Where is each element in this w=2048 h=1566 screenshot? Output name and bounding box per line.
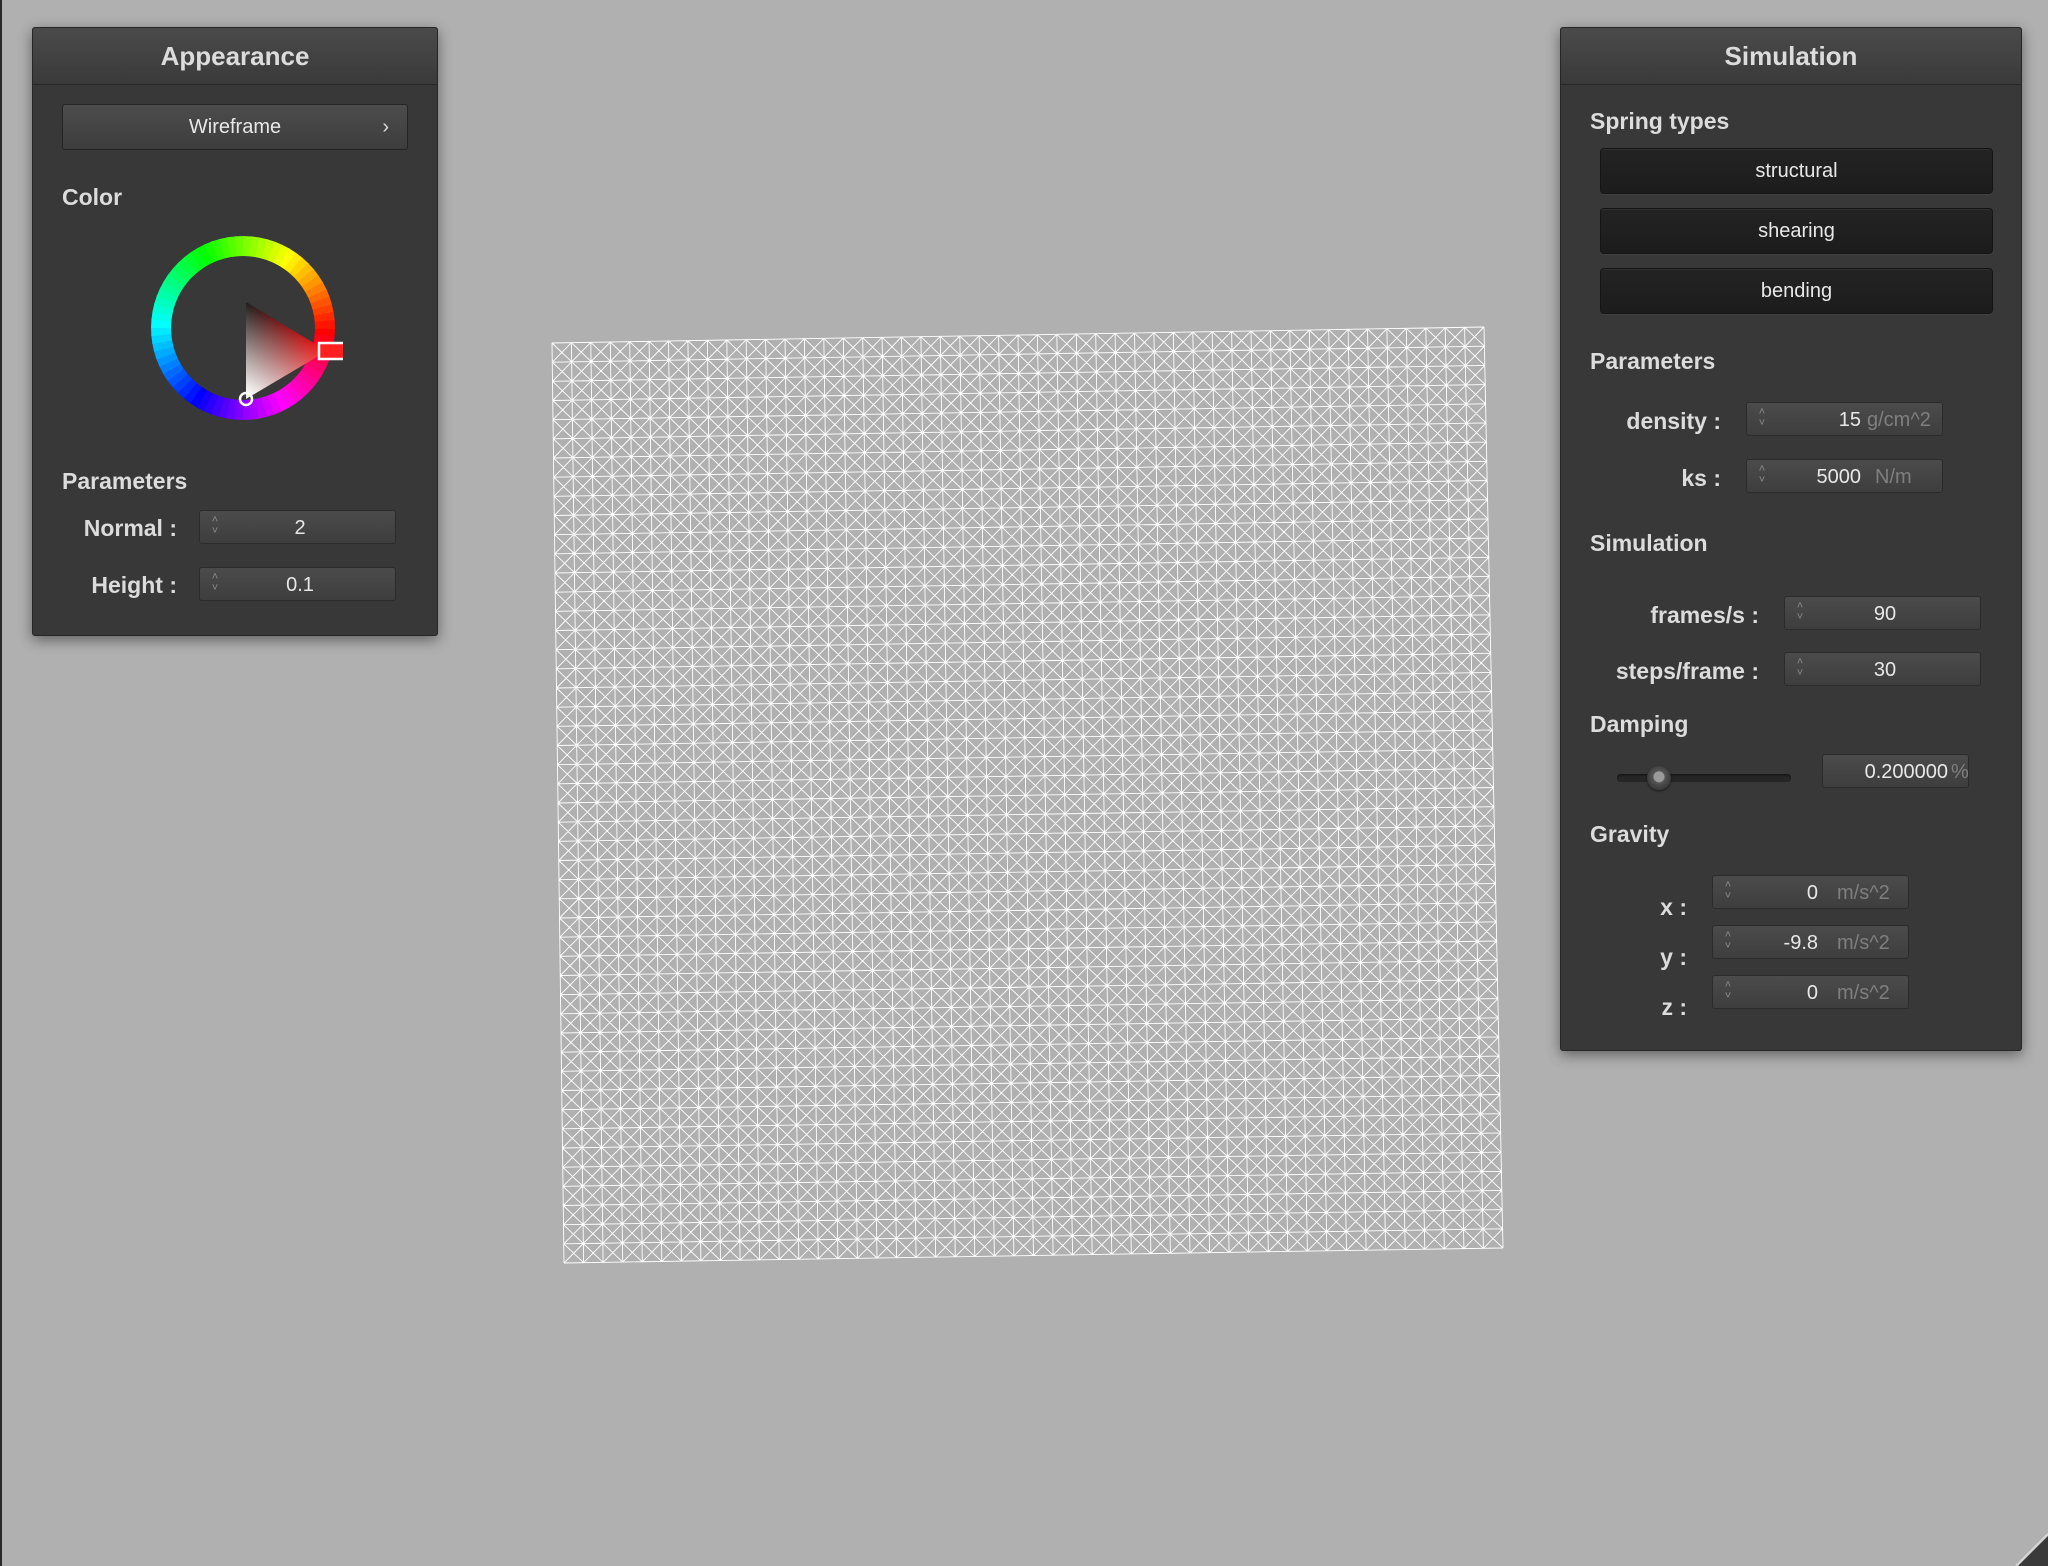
normal-label: Normal : <box>83 515 177 541</box>
gravity-z-value: 0 <box>1806 982 1818 1004</box>
gravity-y-spinbox[interactable]: ˄ ˅ -9.8 m/s^2 <box>1712 925 1909 959</box>
structural-button[interactable]: structural <box>1600 148 1993 194</box>
window-left-border <box>0 0 2 1566</box>
damping-value: 0.200000 <box>1864 761 1948 783</box>
gravity-x-label: x : <box>1660 894 1687 920</box>
normal-spinbox[interactable]: ˄ ˅ 2 <box>199 510 396 544</box>
damping-value-box[interactable]: 0.200000 % <box>1822 754 1969 788</box>
frames-per-second-label: frames/s : <box>1650 602 1759 628</box>
ks-label: ks : <box>1681 465 1721 491</box>
frames-per-second-spinbox[interactable]: ˄ ˅ 90 <box>1784 596 1981 630</box>
chevron-right-icon: › <box>382 116 389 138</box>
ks-spinbox[interactable]: ˄ ˅ 5000 N/m <box>1746 459 1943 493</box>
spring-types-label: Spring types <box>1590 108 1730 134</box>
normal-value: 2 <box>294 517 306 539</box>
gravity-x-spinbox[interactable]: ˄ ˅ 0 m/s^2 <box>1712 875 1909 909</box>
gravity-z-spinbox[interactable]: ˄ ˅ 0 m/s^2 <box>1712 975 1909 1009</box>
gravity-label: Gravity <box>1590 821 1670 847</box>
render-mode-value: Wireframe <box>188 116 282 138</box>
spinner-arrows-icon[interactable]: ˄ ˅ <box>209 515 221 541</box>
spinner-arrows-icon[interactable]: ˄ ˅ <box>1794 657 1806 683</box>
gravity-y-unit: m/s^2 <box>1837 932 1890 954</box>
gravity-z-label: z : <box>1661 994 1687 1020</box>
spinner-arrows-icon[interactable]: ˄ ˅ <box>1756 407 1768 433</box>
damping-slider[interactable] <box>1617 766 1791 790</box>
density-spinbox[interactable]: ˄ ˅ 15 g/cm^2 <box>1746 402 1943 436</box>
gravity-x-unit: m/s^2 <box>1837 882 1890 904</box>
gravity-x-value: 0 <box>1806 882 1818 904</box>
spinner-arrows-icon[interactable]: ˄ ˅ <box>1722 930 1734 956</box>
simulation-parameters-label: Parameters <box>1590 348 1716 374</box>
gravity-z-unit: m/s^2 <box>1837 982 1890 1004</box>
appearance-panel-title[interactable]: Appearance <box>33 28 437 85</box>
density-value: 15 <box>1838 409 1861 431</box>
steps-per-frame-spinbox[interactable]: ˄ ˅ 30 <box>1784 652 1981 686</box>
spinner-arrows-icon[interactable]: ˄ ˅ <box>209 572 221 598</box>
damping-slider-track <box>1617 774 1791 782</box>
resize-grip-icon[interactable] <box>2014 1532 2048 1566</box>
spinner-arrows-icon[interactable]: ˄ ˅ <box>1794 601 1806 627</box>
cloth-mesh <box>551 326 1504 1264</box>
gravity-y-value: -9.8 <box>1783 932 1818 954</box>
density-unit: g/cm^2 <box>1867 409 1931 431</box>
render-mode-dropdown[interactable]: Wireframe › <box>62 104 408 150</box>
simulation-panel: Simulation Spring types structural shear… <box>1560 27 2022 1051</box>
ks-unit: N/m <box>1875 466 1912 488</box>
damping-slider-handle[interactable] <box>1647 766 1671 790</box>
height-value: 0.1 <box>286 574 314 596</box>
simulation-panel-title[interactable]: Simulation <box>1561 28 2021 85</box>
frames-per-second-value: 90 <box>1873 603 1897 625</box>
height-spinbox[interactable]: ˄ ˅ 0.1 <box>199 567 396 601</box>
damping-unit: % <box>1951 761 1969 783</box>
spinner-arrows-icon[interactable]: ˄ ˅ <box>1722 880 1734 906</box>
hue-selector-handle[interactable] <box>317 341 343 361</box>
spinner-arrows-icon[interactable]: ˄ ˅ <box>1756 464 1768 490</box>
color-label: Color <box>62 184 123 210</box>
damping-label: Damping <box>1590 711 1689 737</box>
steps-per-frame-label: steps/frame : <box>1615 658 1759 684</box>
spinner-arrows-icon[interactable]: ˄ ˅ <box>1722 980 1734 1006</box>
steps-per-frame-value: 30 <box>1873 659 1897 681</box>
simulation-section-label: Simulation <box>1590 530 1708 556</box>
bending-button[interactable]: bending <box>1600 268 1993 314</box>
appearance-parameters-label: Parameters <box>62 468 188 494</box>
appearance-panel: Appearance Wireframe › Color Parameters … <box>32 27 438 636</box>
ks-value: 5000 <box>1816 466 1862 488</box>
density-label: density : <box>1626 408 1721 434</box>
height-label: Height : <box>91 572 177 598</box>
color-wheel-icon[interactable] <box>143 228 343 428</box>
gravity-y-label: y : <box>1660 944 1687 970</box>
shearing-button[interactable]: shearing <box>1600 208 1993 254</box>
